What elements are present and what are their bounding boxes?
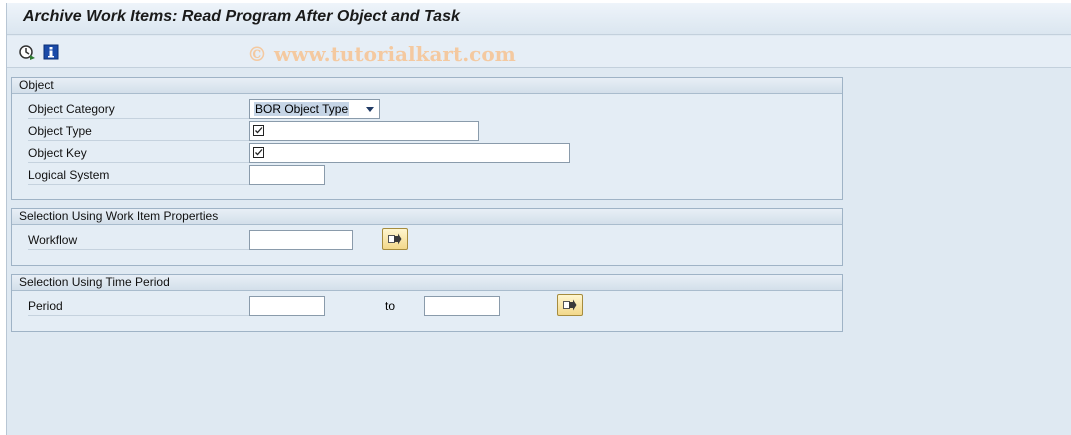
logical-system-row: Logical System [12,165,842,187]
period-from-input[interactable] [249,296,325,316]
info-icon[interactable] [42,43,60,61]
object-category-value: BOR Object Type [254,102,350,116]
arrow-right-icon [388,233,402,245]
time-period-group: Selection Using Time Period Period to [11,274,843,332]
required-check-icon [253,147,264,158]
title-bar: Archive Work Items: Read Program After O… [7,3,1071,35]
time-period-header: Selection Using Time Period [12,275,842,291]
logical-system-input[interactable] [249,165,325,185]
object-group: Object Object Category BOR Object Type O… [11,77,843,200]
workflow-row: Workflow [12,228,842,252]
sap-window: Archive Work Items: Read Program After O… [6,3,1071,435]
object-type-row: Object Type [12,121,842,143]
object-type-label: Object Type [28,121,250,141]
object-type-input[interactable] [249,121,479,141]
object-key-row: Object Key [12,143,842,165]
period-multiple-selection-button[interactable] [557,294,583,316]
object-category-dropdown[interactable]: BOR Object Type [249,99,380,119]
object-key-label: Object Key [28,143,250,163]
workflow-multiple-selection-button[interactable] [382,228,408,250]
period-label: Period [28,296,250,316]
work-item-properties-group: Selection Using Work Item Properties Wor… [11,208,843,266]
logical-system-label: Logical System [28,165,250,185]
work-item-properties-header: Selection Using Work Item Properties [12,209,842,225]
watermark-text: © www.tutorialkart.com [247,42,516,66]
workflow-label: Workflow [28,230,250,250]
object-group-header: Object [12,78,842,94]
page-title: Archive Work Items: Read Program After O… [23,8,460,25]
period-row: Period to [12,294,842,318]
object-key-input[interactable] [249,143,570,163]
arrow-right-icon [563,299,577,311]
execute-clock-icon[interactable] [18,43,36,61]
period-to-label: to [385,299,396,313]
workflow-input[interactable] [249,230,353,250]
required-check-icon [253,125,264,136]
application-toolbar: © www.tutorialkart.com [7,36,1071,68]
object-category-row: Object Category BOR Object Type [12,99,842,121]
object-category-label: Object Category [28,99,250,119]
period-to-input[interactable] [424,296,500,316]
dropdown-arrow-icon[interactable] [366,107,374,112]
